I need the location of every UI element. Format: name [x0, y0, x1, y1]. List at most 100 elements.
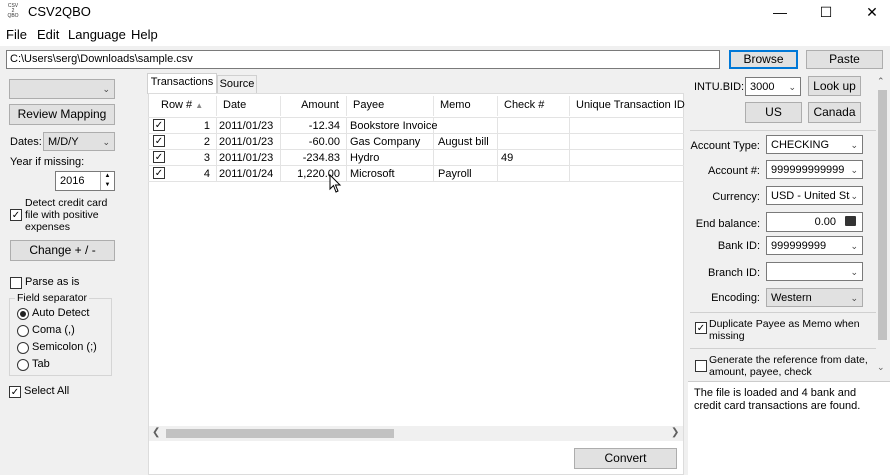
cell-memo: August bill: [438, 136, 489, 148]
scrollbar-thumb[interactable]: [166, 429, 394, 438]
minimize-button[interactable]: —: [757, 0, 803, 24]
close-button[interactable]: ✕: [849, 0, 890, 24]
stepper-arrows-icon[interactable]: ▲ ▼: [100, 172, 114, 190]
generate-ref-label: Generate the reference from date, amount…: [709, 354, 868, 378]
scroll-left-icon[interactable]: ❮: [152, 427, 160, 438]
chevron-down-icon: ⌄: [850, 293, 858, 303]
col-header-memo[interactable]: Memo: [440, 96, 471, 114]
scroll-up-icon[interactable]: ⌃: [877, 76, 885, 87]
branch-id-label: Branch ID:: [708, 267, 760, 279]
divider: [690, 312, 876, 313]
account-type-select[interactable]: CHECKING ⌄: [766, 135, 863, 154]
cell-check: 49: [501, 152, 514, 164]
cell-row: 4: [203, 168, 210, 180]
chevron-down-icon: ⌄: [850, 267, 858, 277]
col-header-row[interactable]: Row # ▲: [161, 96, 203, 114]
currency-label: Currency:: [712, 191, 760, 203]
menu-edit[interactable]: Edit: [37, 27, 59, 42]
intu-bid-select[interactable]: 3000 ⌄: [745, 77, 801, 96]
row-checkbox[interactable]: ✓: [153, 135, 165, 147]
intu-bid-label: INTU.BID:: [694, 81, 745, 93]
currency-select[interactable]: USD - United Sta ⌄: [766, 186, 863, 205]
end-balance-input[interactable]: 0.00: [766, 212, 863, 232]
encoding-select[interactable]: Western ⌄: [766, 288, 863, 307]
chevron-down-icon: ⌄: [102, 84, 110, 94]
bank-id-label: Bank ID:: [717, 240, 760, 252]
grid-line: [497, 117, 498, 181]
chevron-down-icon: ⌄: [850, 241, 858, 251]
coma-radio[interactable]: [17, 325, 29, 337]
row-checkbox[interactable]: ✓: [153, 167, 165, 179]
tab-radio[interactable]: [17, 359, 29, 371]
col-header-date[interactable]: Date: [223, 96, 246, 114]
col-header-row-label: Row #: [161, 99, 193, 111]
dates-select[interactable]: M/D/Y ⌄: [43, 132, 115, 151]
file-path-input[interactable]: C:\Users\serg\Downloads\sample.csv: [6, 50, 720, 69]
dup-payee-checkbox[interactable]: ✓: [695, 322, 707, 334]
semicolon-radio[interactable]: [17, 342, 29, 354]
column-divider: [497, 96, 498, 116]
chevron-down-icon: ⌄: [102, 137, 110, 147]
branch-id-select[interactable]: ⌄: [766, 262, 863, 281]
us-button[interactable]: US: [745, 102, 802, 123]
bank-id-value: 999999999: [771, 240, 827, 252]
col-header-payee[interactable]: Payee: [353, 96, 384, 114]
change-sign-button[interactable]: Change + / -: [10, 240, 115, 261]
browse-button[interactable]: Browse: [729, 50, 798, 69]
vertical-scrollbar-thumb[interactable]: [878, 90, 887, 340]
divider: [690, 348, 876, 349]
col-header-uid[interactable]: Unique Transaction ID: [576, 96, 685, 114]
select-all-checkbox[interactable]: ✓: [9, 386, 21, 398]
menu-language[interactable]: Language: [68, 27, 126, 42]
detect-cc-checkbox[interactable]: ✓: [10, 209, 22, 221]
chevron-down-icon: ⌄: [850, 140, 858, 150]
auto-detect-radio[interactable]: [17, 308, 29, 320]
chevron-down-icon: ⌄: [788, 82, 796, 92]
col-header-amount[interactable]: Amount: [280, 96, 339, 114]
currency-value: USD - United Sta: [771, 190, 856, 202]
convert-button[interactable]: Convert: [574, 448, 677, 469]
paste-button[interactable]: Paste: [806, 50, 883, 69]
coma-label: Coma (,): [32, 324, 75, 336]
year-value: 2016: [60, 175, 85, 187]
cell-memo: Payroll: [438, 168, 472, 180]
chevron-down-icon: ⌄: [850, 187, 858, 204]
calculator-icon[interactable]: [845, 216, 856, 226]
cell-amount: -12.34: [308, 120, 340, 132]
row-checkbox[interactable]: ✓: [153, 119, 165, 131]
canada-button[interactable]: Canada: [808, 102, 861, 123]
tab-source[interactable]: Source: [217, 75, 257, 93]
cell-payee: Bookstore Invoice: [350, 120, 438, 132]
app-icon: CSV 2 QBO: [7, 3, 19, 19]
select-all-label: Select All: [24, 385, 70, 397]
row-checkbox[interactable]: ✓: [153, 151, 165, 163]
cell-payee: Gas Company: [350, 136, 421, 148]
account-no-label: Account #:: [708, 165, 760, 177]
account-no-select[interactable]: 999999999999 ⌄: [766, 160, 863, 179]
encoding-label: Encoding:: [711, 292, 760, 304]
scroll-down-icon[interactable]: ⌄: [877, 362, 885, 373]
semicolon-label: Semicolon (;): [32, 341, 97, 353]
look-up-button[interactable]: Look up: [808, 76, 861, 96]
end-balance-label: End balance:: [695, 218, 760, 230]
grid-line: [569, 117, 570, 181]
col-header-check[interactable]: Check #: [504, 96, 544, 114]
review-mapping-button[interactable]: Review Mapping: [9, 104, 115, 125]
year-stepper[interactable]: 2016 ▲ ▼: [55, 171, 115, 191]
end-balance-value: 0.00: [814, 216, 836, 228]
menu-help[interactable]: Help: [131, 27, 158, 42]
cell-date: 2011/01/23: [219, 152, 274, 164]
cell-amount: -234.83: [302, 152, 340, 164]
menu-file[interactable]: File: [6, 27, 27, 42]
chevron-down-icon: ⌄: [850, 165, 858, 175]
maximize-button[interactable]: ☐: [803, 0, 849, 24]
status-message: The file is loaded and 4 bank and credit…: [694, 387, 861, 412]
intu-bid-value: 3000: [750, 81, 775, 93]
scroll-right-icon[interactable]: ❯: [671, 427, 679, 438]
parse-as-is-checkbox[interactable]: [10, 277, 22, 289]
mapping-select[interactable]: ⌄: [9, 79, 115, 99]
generate-ref-checkbox[interactable]: [695, 360, 707, 372]
tab-transactions[interactable]: Transactions: [147, 73, 217, 94]
bank-id-select[interactable]: 999999999 ⌄: [766, 236, 863, 255]
cell-date: 2011/01/23: [219, 120, 274, 132]
